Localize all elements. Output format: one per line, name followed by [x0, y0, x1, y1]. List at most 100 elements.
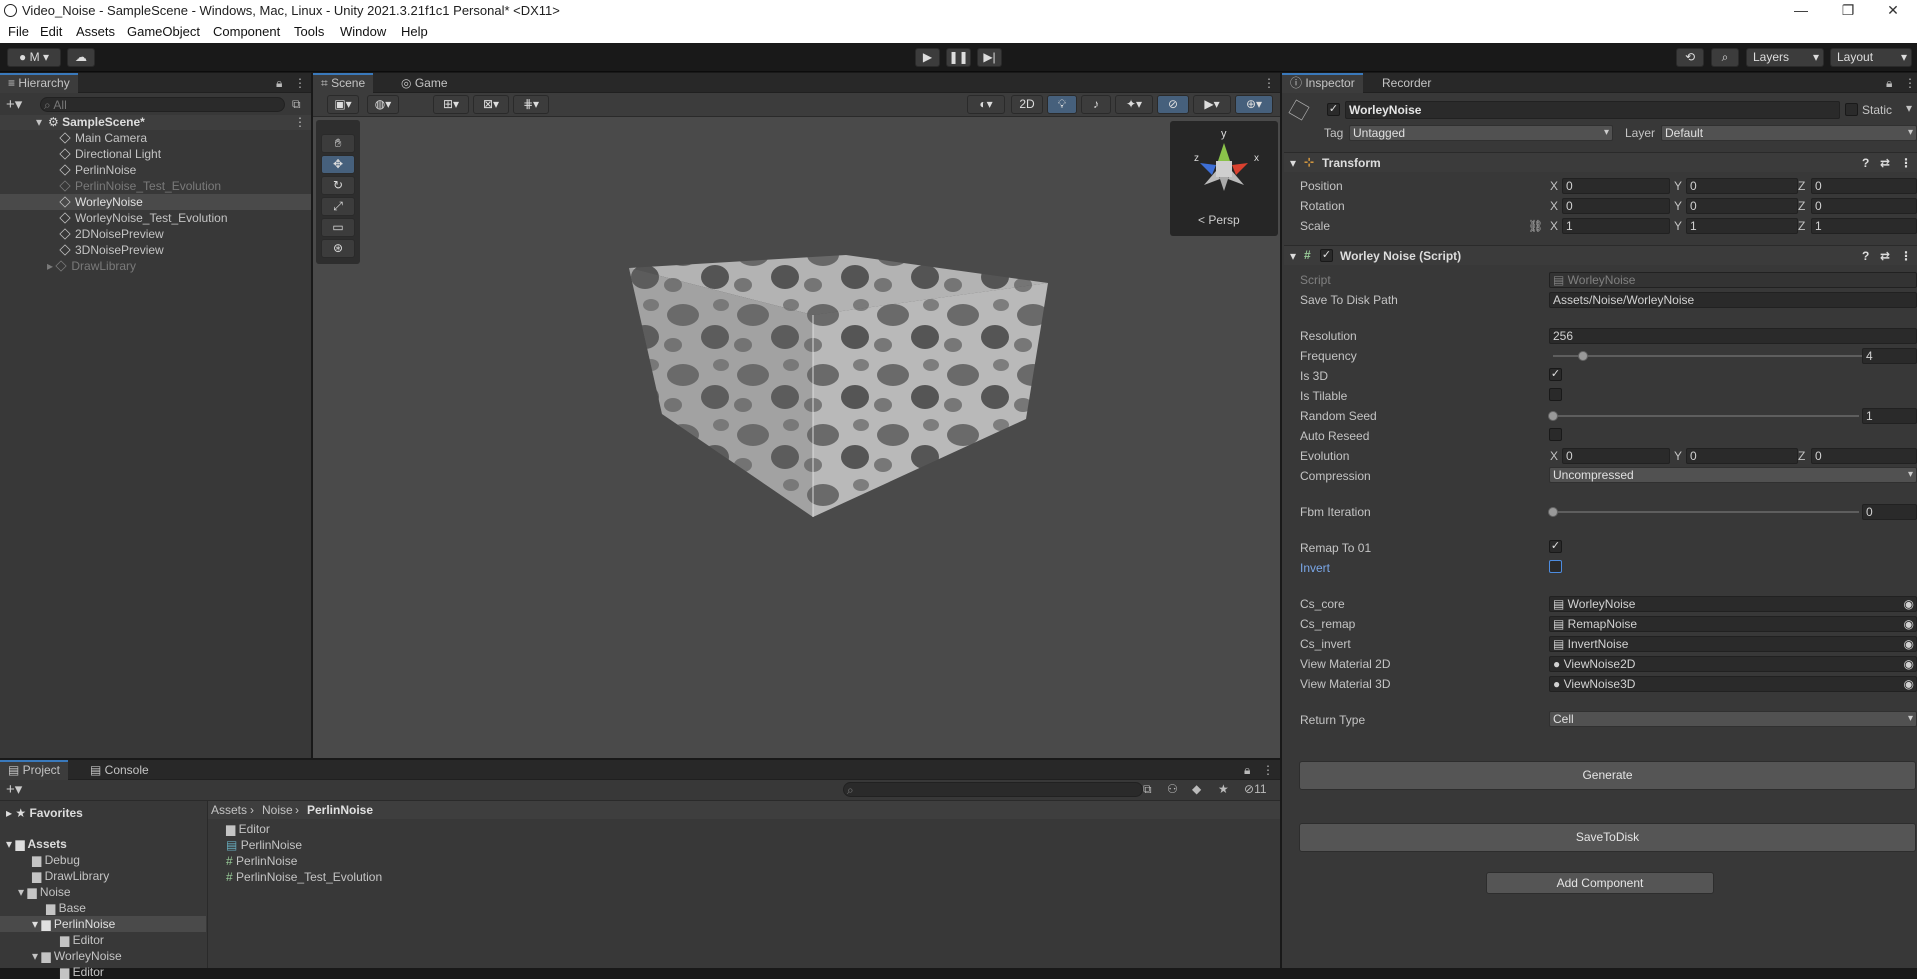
tab-inspector[interactable]: ⓘ Inspector [1282, 73, 1363, 93]
cs-invert-field[interactable]: ▤ InvertNoise ◉ [1549, 636, 1917, 652]
favorites-folder[interactable]: ▸ ★ Favorites [6, 806, 83, 820]
hierarchy-item-2dnoisepreview[interactable]: 2DNoisePreview [59, 227, 164, 241]
scale-x-input[interactable]: 1 [1562, 218, 1670, 234]
folder-perlin-editor[interactable]: ▆ Editor [60, 933, 104, 947]
lock-icon[interactable]: 🔒︎ [1244, 763, 1250, 778]
fbm-iteration-slider-handle[interactable] [1548, 507, 1558, 517]
link-icon[interactable]: ⛓︎ [1528, 219, 1543, 233]
lighting-icon[interactable]: 💡︎ [1047, 95, 1077, 114]
hierarchy-item-perlinnoise[interactable]: PerlinNoise [59, 163, 136, 177]
save-path-input[interactable]: Assets/Noise/WorleyNoise [1549, 292, 1917, 308]
search-icon[interactable]: ⌕ [1711, 48, 1739, 67]
scale-z-input[interactable]: 1 [1811, 218, 1917, 234]
mode-2d-button[interactable]: 2D [1011, 95, 1043, 114]
noise-cube[interactable] [313, 117, 1280, 758]
scene-row[interactable]: ▾ ⚙ SampleScene* ⋮ [0, 115, 311, 130]
cs-core-field[interactable]: ▤ WorleyNoise ◉ [1549, 596, 1917, 612]
filter-icon[interactable]: ⧉ [292, 97, 301, 112]
rotation-x-input[interactable]: 0 [1562, 198, 1670, 214]
globe-icon[interactable]: ◍▾ [367, 95, 399, 114]
snap-icon[interactable]: ⊠▾ [473, 95, 509, 114]
file-editor-folder[interactable]: ▆ Editor [226, 822, 270, 836]
gizmos-icon[interactable]: ⊕▾ [1235, 95, 1273, 114]
shading-mode-icon[interactable]: ◐▾ [967, 95, 1005, 114]
lock-icon[interactable]: 🔒︎ [276, 76, 282, 91]
hierarchy-item-worleynoise-test-evolution[interactable]: WorleyNoise_Test_Evolution [59, 211, 228, 225]
assets-folder[interactable]: ▾ ▆ Assets [6, 837, 67, 851]
step-button[interactable]: ▶| [977, 48, 1002, 67]
tab-scene[interactable]: ⌗ Scene [313, 73, 374, 93]
expand-arrow-icon[interactable]: ▾ [36, 115, 42, 129]
worley-script-header[interactable]: ▾ # ✓ Worley Noise (Script) ? ⇄ ⋮ [1284, 245, 1917, 265]
close-icon[interactable]: ✕ [1878, 2, 1908, 19]
layers-dropdown[interactable]: Layers ▾ [1746, 48, 1824, 67]
foldout-arrow-icon[interactable]: ▾ [1290, 249, 1296, 263]
help-icon[interactable]: ? [1862, 249, 1869, 263]
grid-icon[interactable]: ⊞▾ [433, 95, 469, 114]
menu-help[interactable]: Help [401, 24, 428, 39]
file-perlinnoise-script[interactable]: # PerlinNoise [226, 854, 297, 868]
frequency-slider[interactable] [1553, 355, 1895, 357]
hierarchy-item-perlinnoise-test-evolution[interactable]: PerlinNoise_Test_Evolution [59, 179, 221, 193]
project-search-input[interactable]: ⌕ [843, 782, 1143, 797]
evolution-y-input[interactable]: 0 [1686, 448, 1798, 464]
account-dropdown[interactable]: ● M ▾ [7, 48, 61, 67]
draw-mode-icon[interactable]: ▣▾ [327, 95, 359, 114]
menu-component[interactable]: Component [213, 24, 280, 39]
menu-window[interactable]: Window [340, 24, 386, 39]
menu-file[interactable]: File [8, 24, 29, 39]
folder-base[interactable]: ▆ Base [46, 901, 86, 915]
object-picker-icon[interactable]: ◉ [1904, 617, 1914, 631]
pause-button[interactable]: ❚❚ [946, 48, 971, 67]
object-name-input[interactable]: WorleyNoise [1345, 101, 1840, 119]
scale-y-input[interactable]: 1 [1686, 218, 1798, 234]
preset-icon[interactable]: ⇄ [1880, 249, 1890, 263]
script-enabled-checkbox[interactable]: ✓ [1320, 249, 1333, 262]
evolution-z-input[interactable]: 0 [1811, 448, 1917, 464]
tab-console[interactable]: ▤ Console [82, 760, 157, 780]
folder-drawlibrary[interactable]: ▆ DrawLibrary [32, 869, 109, 883]
minimize-icon[interactable]: — [1786, 2, 1816, 18]
menu-edit[interactable]: Edit [40, 24, 62, 39]
project-create-button[interactable]: +▾ [6, 780, 22, 798]
camera-icon[interactable]: ▶▾ [1193, 95, 1231, 114]
object-picker-icon[interactable]: ◉ [1904, 677, 1914, 691]
lock-icon[interactable]: 🔒︎ [1886, 76, 1892, 91]
random-seed-slider-handle[interactable] [1548, 411, 1558, 421]
folder-worley-editor[interactable]: ▆ Editor [60, 965, 104, 979]
static-dropdown-icon[interactable]: ▾ [1906, 101, 1912, 115]
rotation-y-input[interactable]: 0 [1686, 198, 1798, 214]
evolution-x-input[interactable]: 0 [1562, 448, 1670, 464]
hierarchy-item-directional-light[interactable]: Directional Light [59, 147, 161, 161]
hidden-packages-icon[interactable]: ⊘11 [1244, 782, 1267, 796]
invert-checkbox[interactable] [1549, 560, 1562, 573]
breadcrumb-noise[interactable]: Noise [262, 803, 293, 817]
random-seed-slider[interactable] [1553, 415, 1859, 417]
transform-header[interactable]: ▾ ⊹ Transform ? ⇄ ⋮ [1284, 152, 1917, 172]
effects-icon[interactable]: ✦▾ [1115, 95, 1153, 114]
history-icon[interactable]: ⟲ [1676, 48, 1704, 67]
rotation-z-input[interactable]: 0 [1811, 198, 1917, 214]
visibility-icon[interactable]: ⊘ [1157, 95, 1189, 114]
view-material-3d-field[interactable]: ● ViewNoise3D ◉ [1549, 676, 1917, 692]
object-picker-icon[interactable]: ◉ [1904, 597, 1914, 611]
add-component-button[interactable]: Add Component [1486, 872, 1714, 894]
component-menu-icon[interactable]: ⋮ [1900, 156, 1912, 170]
menu-assets[interactable]: Assets [76, 24, 115, 39]
tag-icon[interactable]: ◆ [1192, 782, 1201, 796]
foldout-arrow-icon[interactable]: ▾ [1290, 156, 1296, 170]
tab-hierarchy[interactable]: ≡ Hierarchy [0, 73, 78, 93]
kebab-menu-icon[interactable]: ⋮ [1262, 763, 1274, 777]
random-seed-input[interactable]: 1 [1862, 408, 1917, 424]
cs-remap-field[interactable]: ▤ RemapNoise ◉ [1549, 616, 1917, 632]
folder-worleynoise[interactable]: ▾ ▆ WorleyNoise [32, 949, 122, 963]
view-material-2d-field[interactable]: ● ViewNoise2D ◉ [1549, 656, 1917, 672]
file-perlinnoise-test-evolution[interactable]: # PerlinNoise_Test_Evolution [226, 870, 382, 884]
generate-button[interactable]: Generate [1299, 761, 1916, 790]
component-menu-icon[interactable]: ⋮ [1900, 249, 1912, 263]
tab-game[interactable]: ◎ Game [393, 73, 456, 93]
kebab-menu-icon[interactable]: ⋮ [294, 76, 306, 90]
search-by-type-icon[interactable]: ⧉ [1143, 782, 1152, 797]
layer-dropdown[interactable]: Default [1661, 125, 1917, 141]
tab-project[interactable]: ▤ Project [0, 760, 69, 780]
